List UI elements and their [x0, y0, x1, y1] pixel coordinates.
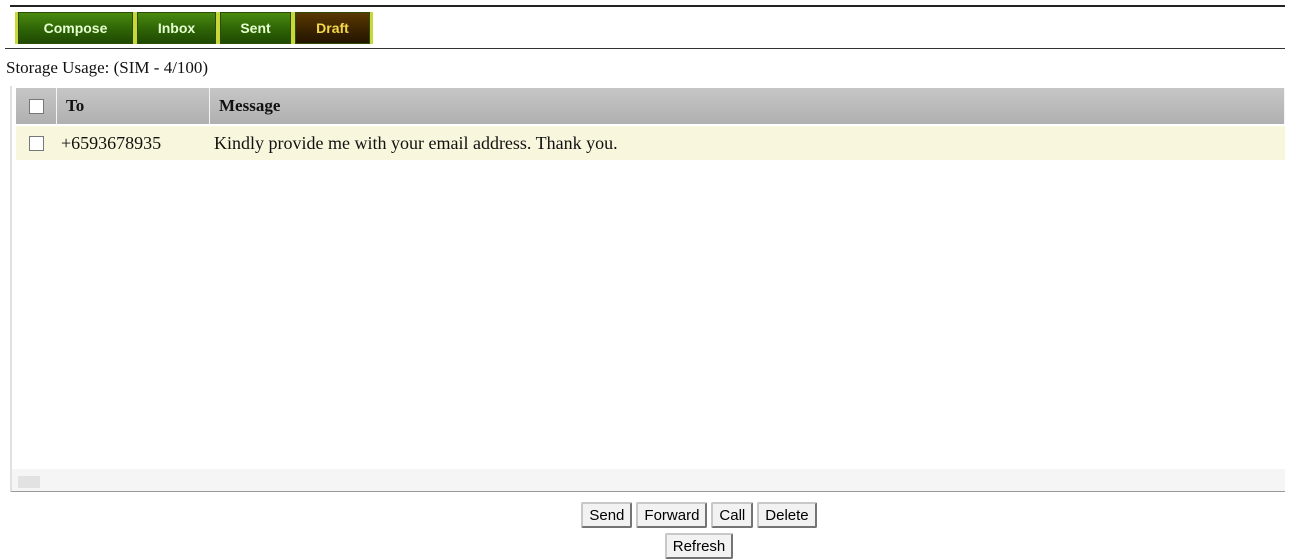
tab-sent[interactable]: Sent — [220, 12, 291, 44]
header-select-cell — [16, 88, 57, 124]
call-button[interactable]: Call — [711, 502, 754, 528]
action-bar-secondary: Refresh — [0, 533, 1290, 559]
column-header-message[interactable]: Message — [210, 88, 1285, 124]
folder-tabs: Compose Inbox Sent Draft — [15, 12, 373, 44]
scrollbar-thumb[interactable] — [18, 476, 40, 488]
tab-divider — [5, 48, 1285, 49]
column-header-to[interactable]: To — [57, 88, 210, 124]
message-grid: To Message +6593678935 Kindly provide me… — [10, 86, 1285, 492]
select-all-checkbox[interactable] — [28, 98, 44, 114]
top-divider — [10, 5, 1285, 7]
forward-button[interactable]: Forward — [636, 502, 708, 528]
action-bar: Send Forward Call Delete — [0, 502, 1290, 528]
refresh-button[interactable]: Refresh — [664, 533, 734, 559]
row-message: Kindly provide me with your email addres… — [214, 132, 618, 153]
row-select-cell — [16, 135, 57, 151]
sms-draft-page: Compose Inbox Sent Draft Storage Usage: … — [0, 0, 1290, 559]
tab-compose[interactable]: Compose — [18, 12, 133, 44]
row-checkbox[interactable] — [29, 135, 44, 151]
row-recipient: +6593678935 — [61, 132, 162, 153]
tab-draft[interactable]: Draft — [295, 12, 370, 44]
delete-button[interactable]: Delete — [757, 502, 817, 528]
storage-usage: Storage Usage: (SIM - 4/100) — [6, 58, 209, 77]
table-row[interactable]: +6593678935 Kindly provide me with your … — [16, 126, 1285, 160]
send-button[interactable]: Send — [581, 502, 633, 528]
tab-inbox[interactable]: Inbox — [137, 12, 216, 44]
horizontal-scrollbar[interactable] — [12, 469, 1285, 491]
grid-header: To Message — [16, 88, 1285, 124]
